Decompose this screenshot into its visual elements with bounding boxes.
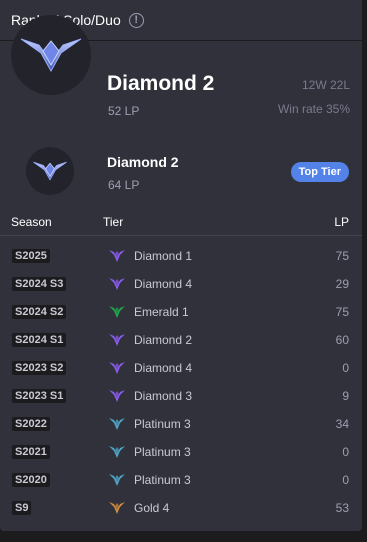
tier-emblem-icon [109,446,125,458]
table-row: S2021 Platinum 3 0 [0,438,362,466]
tier-column-header: Tier [103,215,124,229]
tier-name: Platinum 3 [134,445,191,459]
tier-emblem-icon [109,334,125,346]
tier-lp: 53 [335,501,349,515]
tier-lp: 75 [335,249,349,263]
tier-emblem-icon [109,278,125,290]
tier-lp: 34 [335,417,349,431]
table-row: S2024 S2 Emerald 1 75 [0,298,362,326]
table-row: S2023 S1 Diamond 3 9 [0,382,362,410]
season-label: S2024 S2 [12,305,67,319]
info-icon[interactable]: ! [128,12,144,28]
season-label: S2021 [12,445,50,459]
diamond-emblem-icon [11,15,91,95]
tier-emblem-icon [109,474,125,486]
tier-lp: 75 [335,305,349,319]
season-label: S2023 S1 [12,389,67,403]
season-label: S2024 S1 [12,333,67,347]
tier-lp: 0 [342,445,349,459]
tier-emblem-icon [109,418,125,430]
tier-lp: 9 [342,389,349,403]
tier-lp: 0 [342,361,349,375]
tier-lp: 0 [342,473,349,487]
tier-lp: 60 [335,333,349,347]
season-table-header: Season Tier LP [0,207,362,236]
tier-name: Diamond 4 [134,361,193,375]
tier-name: Diamond 2 [134,333,193,347]
tier-name: Gold 4 [134,501,170,515]
season-column-header: Season [11,215,52,229]
season-label: S9 [12,501,32,515]
win-rate: Win rate 35% [277,102,350,116]
table-row: S2020 Platinum 3 0 [0,466,362,494]
tier-emblem-icon [109,390,125,402]
season-label: S2025 [12,249,50,263]
win-loss-record: 12W 22L [301,78,350,92]
tier-name: Platinum 3 [134,473,191,487]
table-row: S2022 Platinum 3 34 [0,410,362,438]
peak-diamond-emblem-icon [26,147,74,195]
tier-name: Platinum 3 [134,417,191,431]
peak-tier: Diamond 2 [107,154,179,170]
season-label: S2024 S3 [12,277,67,291]
tier-lp: 29 [335,277,349,291]
table-row: S2025 Diamond 1 75 [0,242,362,270]
table-row: S2023 S2 Diamond 4 0 [0,354,362,382]
table-row: S2024 S1 Diamond 2 60 [0,326,362,354]
table-row: S2024 S3 Diamond 4 29 [0,270,362,298]
tier-emblem-icon [109,306,125,318]
ranked-solo-duo-panel: Ranked Solo/Duo ! Diamond 2 52 LP 12W 22… [0,0,362,531]
tier-emblem-icon [109,362,125,374]
tier-name: Emerald 1 [134,305,189,319]
top-tier-badge: Top Tier [290,162,349,182]
season-label: S2020 [12,473,50,487]
tier-name: Diamond 1 [134,249,193,263]
tier-name: Diamond 4 [134,277,193,291]
peak-lp: 64 LP [108,178,140,192]
current-lp: 52 LP [108,104,140,118]
tier-name: Diamond 3 [134,389,193,403]
season-label: S2023 S2 [12,361,67,375]
tier-emblem-icon [109,250,125,262]
season-label: S2022 [12,417,50,431]
season-table: S2025 Diamond 1 75 S2024 S3 Diamond 4 29… [0,242,362,522]
current-tier: Diamond 2 [107,72,215,95]
lp-column-header: LP [334,215,349,229]
tier-emblem-icon [109,502,125,514]
table-row: S9 Gold 4 53 [0,494,362,522]
